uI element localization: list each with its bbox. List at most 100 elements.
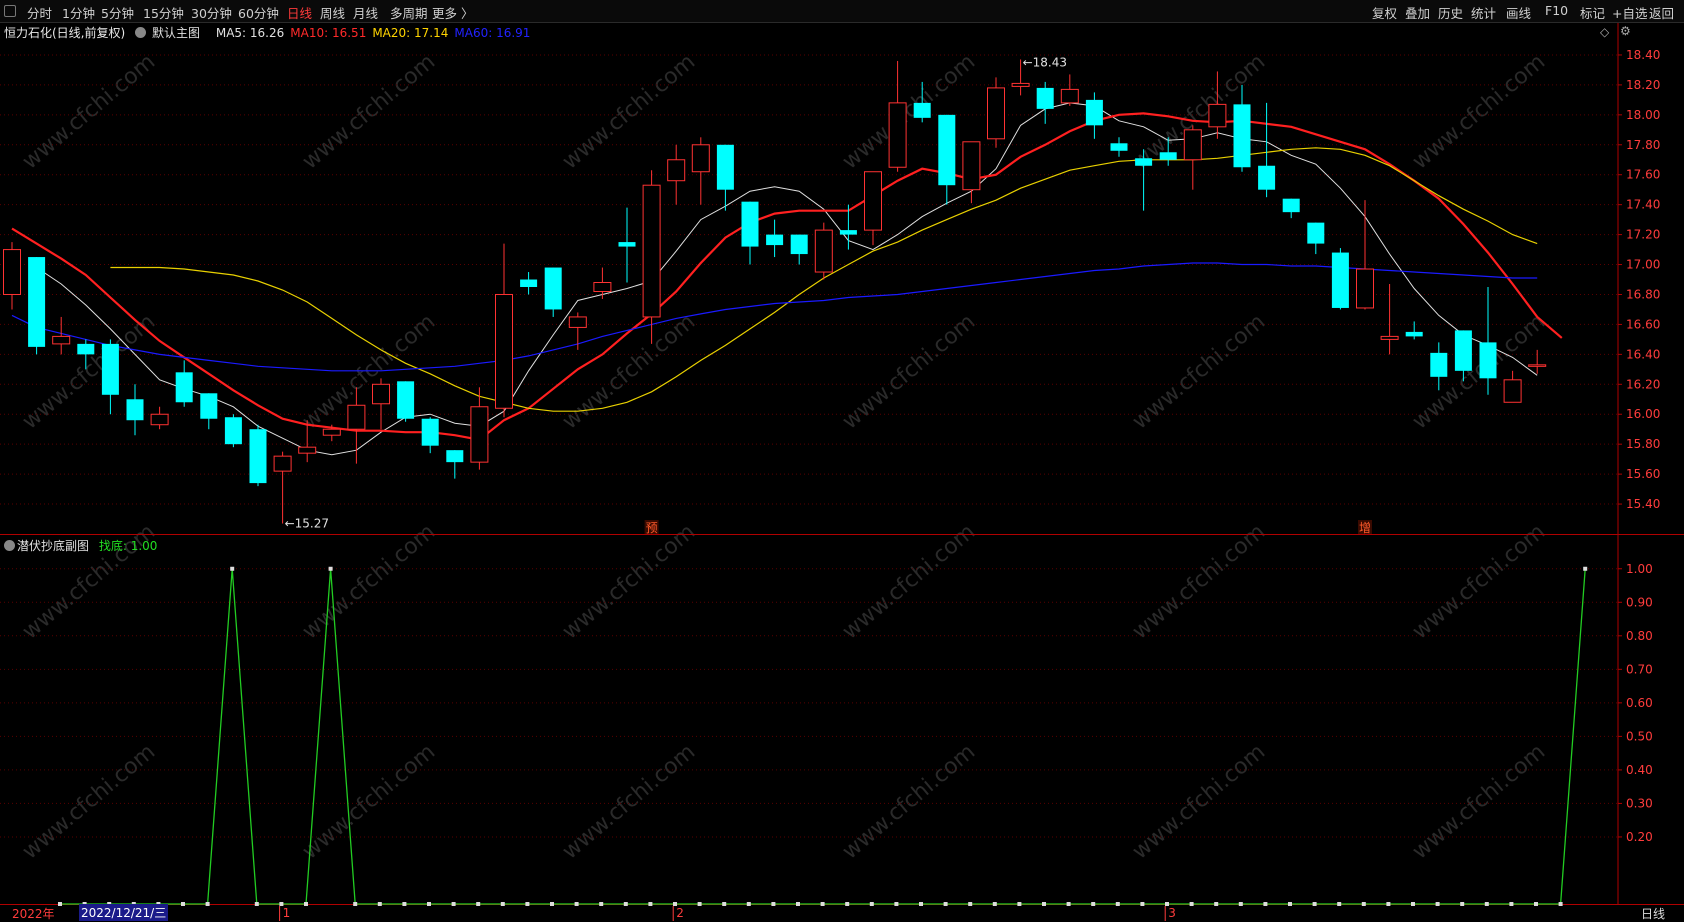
candle-body bbox=[495, 293, 513, 409]
toolbar-button-1[interactable]: 叠加 bbox=[1405, 3, 1430, 22]
main-indicator-selector[interactable]: 默认主图 bbox=[135, 26, 206, 40]
candle-body bbox=[126, 399, 144, 421]
toolbar-button-0[interactable]: 复权 bbox=[1372, 3, 1397, 22]
candle bbox=[938, 114, 956, 205]
candle-body bbox=[52, 335, 71, 345]
ma-legend-item: MA60: 16.91 bbox=[454, 26, 531, 40]
candle-body bbox=[864, 171, 882, 231]
candle bbox=[28, 257, 46, 355]
period-tab-3[interactable]: 15分钟 bbox=[143, 3, 184, 22]
candle-body bbox=[1454, 330, 1472, 371]
period-tab-9[interactable]: 多周期 bbox=[390, 3, 428, 22]
toolbar-button-7[interactable]: +自选 bbox=[1612, 3, 1647, 22]
candle bbox=[1380, 284, 1399, 355]
candle-body bbox=[470, 406, 489, 463]
candle bbox=[421, 417, 439, 454]
candle bbox=[544, 267, 562, 317]
chart-canvas[interactable]: www.cfchi.com www.cfchi.com www.cfchi.com w… bbox=[0, 0, 1684, 921]
candle-body bbox=[568, 316, 587, 328]
y-tick-label: 18.20 bbox=[1626, 78, 1660, 92]
candle-body bbox=[741, 201, 759, 247]
candle bbox=[1430, 342, 1448, 391]
candle-body bbox=[200, 393, 218, 419]
ma-legend-item: MA20: 17.14 bbox=[372, 26, 449, 40]
y-tick-label: 15.40 bbox=[1626, 497, 1660, 511]
watermark-text: www.cfchi.com bbox=[838, 309, 980, 434]
candle-body bbox=[1307, 222, 1325, 244]
candle-body bbox=[1356, 268, 1374, 309]
period-tab-6[interactable]: 日线 bbox=[287, 3, 312, 22]
y-tick-label: 0.20 bbox=[1626, 830, 1653, 844]
y-tick-label: 16.00 bbox=[1626, 407, 1660, 421]
y-tick-label: 1.00 bbox=[1626, 562, 1653, 576]
sub-indicator-selector[interactable]: 潜伏抄底副图 bbox=[4, 539, 89, 553]
candle-body bbox=[1405, 331, 1423, 337]
candle-body bbox=[1503, 379, 1522, 403]
y-tick-label: 0.60 bbox=[1626, 696, 1653, 710]
period-label-button[interactable]: 日线 bbox=[1641, 905, 1665, 922]
period-tab-8[interactable]: 月线 bbox=[353, 3, 378, 22]
watermark-text: www.cfchi.com bbox=[558, 309, 700, 434]
toolbar-button-8[interactable]: 返回 bbox=[1649, 3, 1674, 22]
candle-body bbox=[3, 249, 21, 295]
candle-body bbox=[1110, 143, 1128, 151]
chevron-down-icon bbox=[135, 27, 147, 38]
menu-icon[interactable] bbox=[4, 5, 16, 17]
candle-body bbox=[520, 279, 538, 287]
candle-body bbox=[938, 114, 956, 186]
candle bbox=[273, 451, 292, 524]
toolbar-button-6[interactable]: 标记 bbox=[1580, 3, 1605, 22]
y-tick-label: 0.80 bbox=[1626, 629, 1653, 643]
toolbar-button-5[interactable]: F10 bbox=[1545, 3, 1568, 18]
candle-body bbox=[446, 450, 464, 463]
candle bbox=[691, 137, 710, 205]
y-tick-label: 18.00 bbox=[1626, 108, 1660, 122]
candle-body bbox=[1135, 158, 1153, 166]
event-marker: 预 bbox=[646, 521, 658, 535]
candle-body bbox=[888, 102, 907, 168]
candle bbox=[1356, 200, 1374, 310]
period-tab-5[interactable]: 60分钟 bbox=[238, 3, 279, 22]
watermark-text: www.cfchi.com bbox=[1408, 309, 1550, 434]
candle bbox=[568, 312, 587, 350]
cursor-date: 2022/12/21/三 bbox=[79, 904, 169, 921]
candle bbox=[1060, 74, 1079, 106]
toolbar-button-2[interactable]: 历史 bbox=[1438, 3, 1463, 22]
y-tick-label: 15.60 bbox=[1626, 467, 1660, 481]
y-tick-label: 16.20 bbox=[1626, 377, 1660, 391]
period-tab-1[interactable]: 1分钟 bbox=[62, 3, 95, 22]
indicator-name: 默认主图 bbox=[152, 26, 201, 40]
diamond-icon[interactable]: ◇ bbox=[1600, 25, 1609, 39]
candle-body bbox=[1183, 129, 1202, 161]
candle-body bbox=[175, 372, 193, 403]
settings-icon[interactable]: ⚙ bbox=[1620, 24, 1631, 38]
candle-body bbox=[28, 257, 46, 347]
candle-body bbox=[618, 242, 636, 247]
candle-body bbox=[1258, 165, 1276, 190]
candle-body bbox=[1036, 87, 1054, 109]
stock-title: 恒力石化(日线,前复权) bbox=[4, 26, 126, 40]
candle bbox=[1085, 92, 1103, 139]
watermark-text: www.cfchi.com bbox=[838, 519, 980, 644]
candle bbox=[618, 207, 636, 283]
candle-body bbox=[347, 404, 366, 430]
toolbar-button-3[interactable]: 统计 bbox=[1471, 3, 1496, 22]
candle bbox=[987, 77, 1005, 148]
candle-body bbox=[1060, 88, 1079, 104]
event-marker: 增 bbox=[1359, 521, 1371, 535]
candle-body bbox=[1208, 103, 1227, 128]
watermark-text: www.cfchi.com bbox=[558, 519, 700, 644]
y-tick-label: 16.60 bbox=[1626, 317, 1660, 331]
candle-body bbox=[77, 343, 95, 355]
candle-body bbox=[691, 144, 710, 173]
candle bbox=[1135, 149, 1153, 211]
period-tab-4[interactable]: 30分钟 bbox=[191, 3, 232, 22]
period-tab-7[interactable]: 周线 bbox=[320, 3, 345, 22]
candle-body bbox=[322, 428, 341, 436]
period-tab-2[interactable]: 5分钟 bbox=[101, 3, 134, 22]
candle bbox=[3, 242, 21, 310]
toolbar-button-4[interactable]: 画线 bbox=[1506, 3, 1531, 22]
period-toolbar: 分时 1分钟 5分钟 15分钟 30分钟 60分钟 日线 周线 月线 多周期 更多 〉 复权 叠加 历史… bbox=[0, 0, 1684, 23]
period-tab-0[interactable]: 分时 bbox=[27, 3, 52, 22]
period-tab-10[interactable]: 更多 〉 bbox=[432, 3, 473, 22]
